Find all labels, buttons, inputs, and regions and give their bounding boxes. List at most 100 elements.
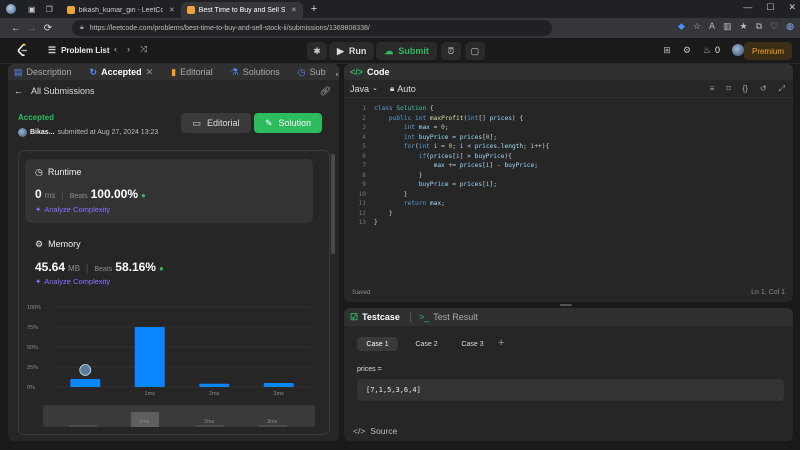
fullscreen-icon[interactable]: ⤢ (779, 84, 785, 94)
reset-icon[interactable]: ↺ (760, 84, 767, 94)
workspaces-icon[interactable]: ▣ (28, 5, 36, 14)
line-number: 9 (362, 181, 366, 188)
shuffle-icon[interactable]: ⤨ (140, 44, 147, 55)
analyze-complexity-link[interactable]: ✦ Analyze Complexity (35, 277, 110, 286)
code-line[interactable]: 1 class Solution { (344, 105, 793, 115)
code-line[interactable]: 3 int max = 0; (344, 124, 793, 134)
autocomplete-mode[interactable]: 🔒︎ Auto (390, 84, 416, 94)
tab-actions-icon[interactable]: ❐ (46, 5, 53, 14)
forward-arrow-icon[interactable]: → (24, 23, 40, 34)
tab-solutions[interactable]: ⚗ Solutions (231, 67, 280, 78)
url-field[interactable]: 🔒︎ https://leetcode.com/problems/best-ti… (72, 20, 552, 36)
streak-counter[interactable]: ♨ 0 (703, 45, 720, 56)
tab-editorial[interactable]: ▮ Editorial (171, 67, 212, 78)
close-tab-icon[interactable]: ✕ (291, 6, 297, 14)
code-line[interactable]: 11 return max; (344, 200, 793, 210)
read-aloud-icon[interactable]: A (709, 21, 715, 32)
code-line[interactable]: 5 for(int i = 0; i < prices.length; i++)… (344, 143, 793, 153)
layout-icon[interactable]: ⊞ (663, 45, 671, 56)
braces-icon[interactable]: {} (743, 84, 748, 94)
chart-bar[interactable] (134, 327, 165, 387)
close-tab-icon[interactable]: ✕ (146, 67, 154, 78)
copilot-icon[interactable]: ◍ (786, 21, 794, 32)
prev-problem-icon[interactable]: ‹ (114, 44, 117, 55)
line-number: 7 (362, 162, 366, 169)
back-arrow-icon[interactable]: ← (8, 23, 24, 34)
new-tab-button[interactable]: + (311, 3, 317, 15)
maximize-icon[interactable]: ☐ (766, 2, 774, 13)
tab-accepted[interactable]: ↻ Accepted ✕ (90, 67, 154, 78)
timer-button[interactable]: ⏰︎ (440, 42, 461, 60)
split-screen-icon[interactable]: ▥ (723, 21, 732, 32)
range-tick-label: 3ms (267, 419, 278, 425)
alarm-icon: ⏰︎ (447, 45, 455, 56)
source-toggle[interactable]: </> Source (353, 426, 397, 436)
code-line[interactable]: 10 } (344, 191, 793, 201)
code-line[interactable]: 13} (344, 219, 793, 229)
share-link-icon[interactable]: 🔗︎ (320, 86, 331, 97)
back-to-submissions[interactable]: ← All Submissions (14, 86, 95, 96)
code-line[interactable]: 12 } (344, 210, 793, 220)
problem-list-button[interactable]: ☰ Problem List (48, 45, 110, 56)
analyze-complexity-link[interactable]: ✦ Analyze Complexity (35, 205, 110, 214)
reload-icon[interactable]: ⟳ (40, 23, 56, 34)
tab-testcase[interactable]: ☑ Testcase (350, 312, 400, 323)
code-line[interactable]: 4 int buyPrice = prices[0]; (344, 134, 793, 144)
next-problem-icon[interactable]: › (127, 44, 130, 55)
bookmark-icon[interactable]: ⌑ (726, 84, 730, 94)
code-line[interactable]: 9 buyPrice = prices[i]; (344, 181, 793, 191)
collections-icon[interactable]: ⧉ (756, 21, 762, 32)
premium-button[interactable]: Premium (743, 42, 792, 60)
debug-button[interactable]: ✱ (307, 42, 327, 60)
favorites-bar-icon[interactable]: ★ (740, 21, 748, 32)
chart-bar[interactable] (263, 383, 294, 387)
tab-description[interactable]: ▤ Description (14, 67, 72, 78)
close-window-icon[interactable]: ✕ (788, 2, 796, 13)
browser-tab-profile[interactable]: bikash_kumar_giri - LeetCode Pro ✕ (61, 2, 181, 18)
code-editor[interactable]: 1 class Solution {2 public int maxProfit(… (344, 105, 793, 285)
expand-icon[interactable]: ⤢ (336, 67, 339, 78)
editor-toolbar: Java ⌄ 🔒︎ Auto ≡ ⌑ {} ↺ ⤢ (344, 80, 793, 98)
add-case-button[interactable]: + (498, 337, 504, 349)
case-tab[interactable]: Case 3 (452, 337, 493, 351)
scrollbar[interactable] (331, 154, 335, 254)
range-selector[interactable]: 1ms 2ms 3ms (43, 405, 315, 427)
param-input[interactable]: [7,1,5,3,6,4] (357, 379, 784, 401)
code-line[interactable]: 8 } (344, 172, 793, 182)
code-line[interactable]: 6 if(prices[i] > buyPrice){ (344, 153, 793, 163)
language-select[interactable]: Java ⌄ (350, 84, 378, 94)
checkbox-icon: ☑ (350, 311, 359, 322)
chart-bar[interactable] (70, 379, 101, 387)
tab-test-result[interactable]: >_ Test Result (419, 312, 478, 322)
browser-tab-problem[interactable]: Best Time to Buy and Sell Stock II ✕ (180, 2, 303, 18)
chevron-down-icon: ⌄ (372, 85, 378, 92)
run-button[interactable]: ▶ Run (329, 42, 375, 60)
case-tab[interactable]: Case 1 (357, 337, 398, 351)
bug-icon: ✱ (313, 45, 321, 56)
editorial-button[interactable]: ▭ Editorial (181, 113, 251, 133)
range-tick-label: 2ms (204, 419, 215, 425)
extension-icon[interactable]: ◆ (678, 21, 685, 32)
solution-button[interactable]: ✎ Solution (254, 113, 322, 133)
case-tab[interactable]: Case 2 (406, 337, 447, 351)
panel-resize-handle[interactable] (560, 304, 572, 306)
leetcode-logo-icon[interactable] (17, 43, 29, 57)
code-line[interactable]: 7 max += prices[i] - buyPrice; (344, 162, 793, 172)
submit-button[interactable]: ☁ Submit (376, 42, 437, 60)
tab-submissions[interactable]: ◷ Sub (298, 67, 326, 78)
profile-avatar[interactable] (6, 4, 16, 14)
user-avatar[interactable] (732, 44, 744, 56)
code-line[interactable]: 2 public int maxProfit(int[] prices) { (344, 115, 793, 125)
notes-button[interactable]: ▢ (464, 42, 485, 60)
minimize-icon[interactable]: — (743, 2, 752, 13)
close-tab-icon[interactable]: ✕ (169, 6, 175, 14)
cursor-position: Ln 1, Col 1 (751, 289, 785, 296)
browser-essentials-icon[interactable]: ♡ (770, 21, 778, 32)
favorite-icon[interactable]: ☆ (693, 21, 701, 32)
format-icon[interactable]: ≡ (710, 84, 715, 94)
settings-icon[interactable]: ⚙ (683, 45, 691, 56)
code-text: buyPrice = prices[i]; (418, 181, 497, 188)
note-icon: ▢ (470, 45, 480, 56)
chart-bar[interactable] (199, 383, 230, 387)
line-number: 8 (362, 171, 366, 179)
